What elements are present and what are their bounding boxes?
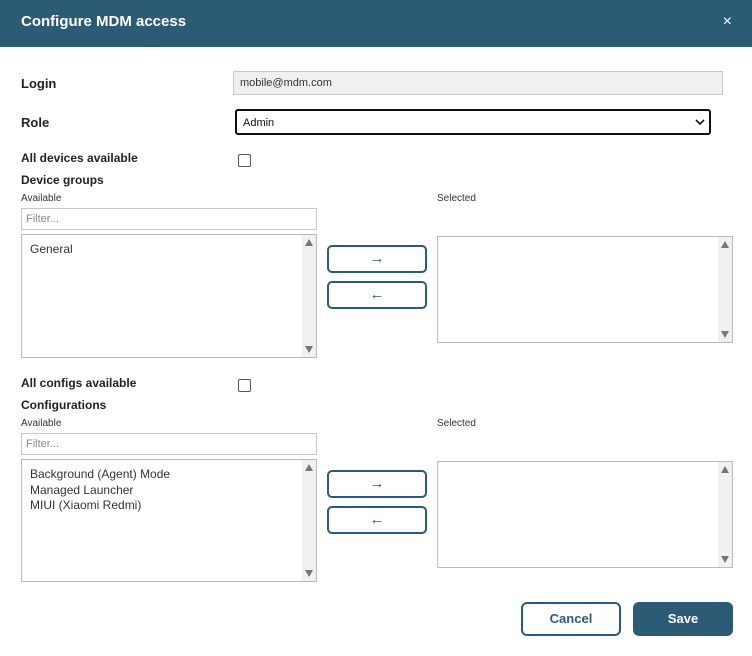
dialog-title: Configure MDM access: [21, 13, 187, 30]
device-selected-scrollbar[interactable]: [718, 237, 732, 342]
role-label: Role: [21, 115, 50, 130]
role-select[interactable]: Admin: [235, 109, 711, 135]
all-configs-checkbox[interactable]: [238, 379, 251, 392]
device-selected-label: Selected: [437, 193, 476, 204]
scroll-down-icon[interactable]: [305, 346, 313, 353]
device-filter-input[interactable]: Filter...: [21, 208, 317, 230]
scroll-up-icon[interactable]: [721, 241, 729, 248]
device-available-items: General: [30, 242, 73, 258]
config-available-scrollbar[interactable]: [302, 460, 316, 581]
configure-mdm-access-dialog: Configure MDM access × Login mobile@mdm.…: [0, 0, 752, 656]
login-label: Login: [21, 76, 57, 91]
config-available-label: Available: [21, 418, 62, 429]
config-remove-button[interactable]: ←: [327, 506, 427, 534]
cancel-button[interactable]: Cancel: [521, 602, 621, 636]
save-button[interactable]: Save: [633, 602, 733, 636]
config-filter-input[interactable]: Filter...: [21, 433, 317, 455]
all-configs-label: All configs available: [21, 376, 137, 390]
configurations-label: Configurations: [21, 398, 107, 412]
list-item[interactable]: Managed Launcher: [30, 483, 170, 499]
config-selected-label: Selected: [437, 418, 476, 429]
list-item[interactable]: General: [30, 242, 73, 258]
list-item[interactable]: Background (Agent) Mode: [30, 467, 170, 483]
device-available-scrollbar[interactable]: [302, 235, 316, 357]
device-available-label: Available: [21, 193, 62, 204]
login-field: mobile@mdm.com: [233, 71, 723, 95]
scroll-down-icon[interactable]: [721, 331, 729, 338]
scroll-down-icon[interactable]: [721, 556, 729, 563]
scroll-up-icon[interactable]: [721, 466, 729, 473]
close-icon[interactable]: ×: [723, 12, 732, 32]
config-selected-list[interactable]: [437, 461, 733, 568]
all-devices-checkbox[interactable]: [238, 154, 251, 167]
chevron-down-icon: [695, 119, 705, 126]
role-selected-value: Admin: [243, 117, 275, 129]
device-available-list[interactable]: General: [21, 234, 317, 358]
config-add-button[interactable]: →: [327, 470, 427, 498]
scroll-up-icon[interactable]: [305, 464, 313, 471]
dialog-header: Configure MDM access ×: [0, 0, 752, 47]
device-remove-button[interactable]: ←: [327, 281, 427, 309]
config-selected-scrollbar[interactable]: [718, 462, 732, 567]
scroll-down-icon[interactable]: [305, 570, 313, 577]
list-item[interactable]: MIUI (Xiaomi Redmi): [30, 498, 170, 514]
config-available-items: Background (Agent) Mode Managed Launcher M…: [30, 467, 170, 514]
all-devices-label: All devices available: [21, 151, 138, 165]
device-add-button[interactable]: →: [327, 245, 427, 273]
scroll-up-icon[interactable]: [305, 239, 313, 246]
device-groups-label: Device groups: [21, 173, 104, 187]
config-available-list[interactable]: Background (Agent) Mode Managed Launcher M…: [21, 459, 317, 582]
device-selected-list[interactable]: [437, 236, 733, 343]
